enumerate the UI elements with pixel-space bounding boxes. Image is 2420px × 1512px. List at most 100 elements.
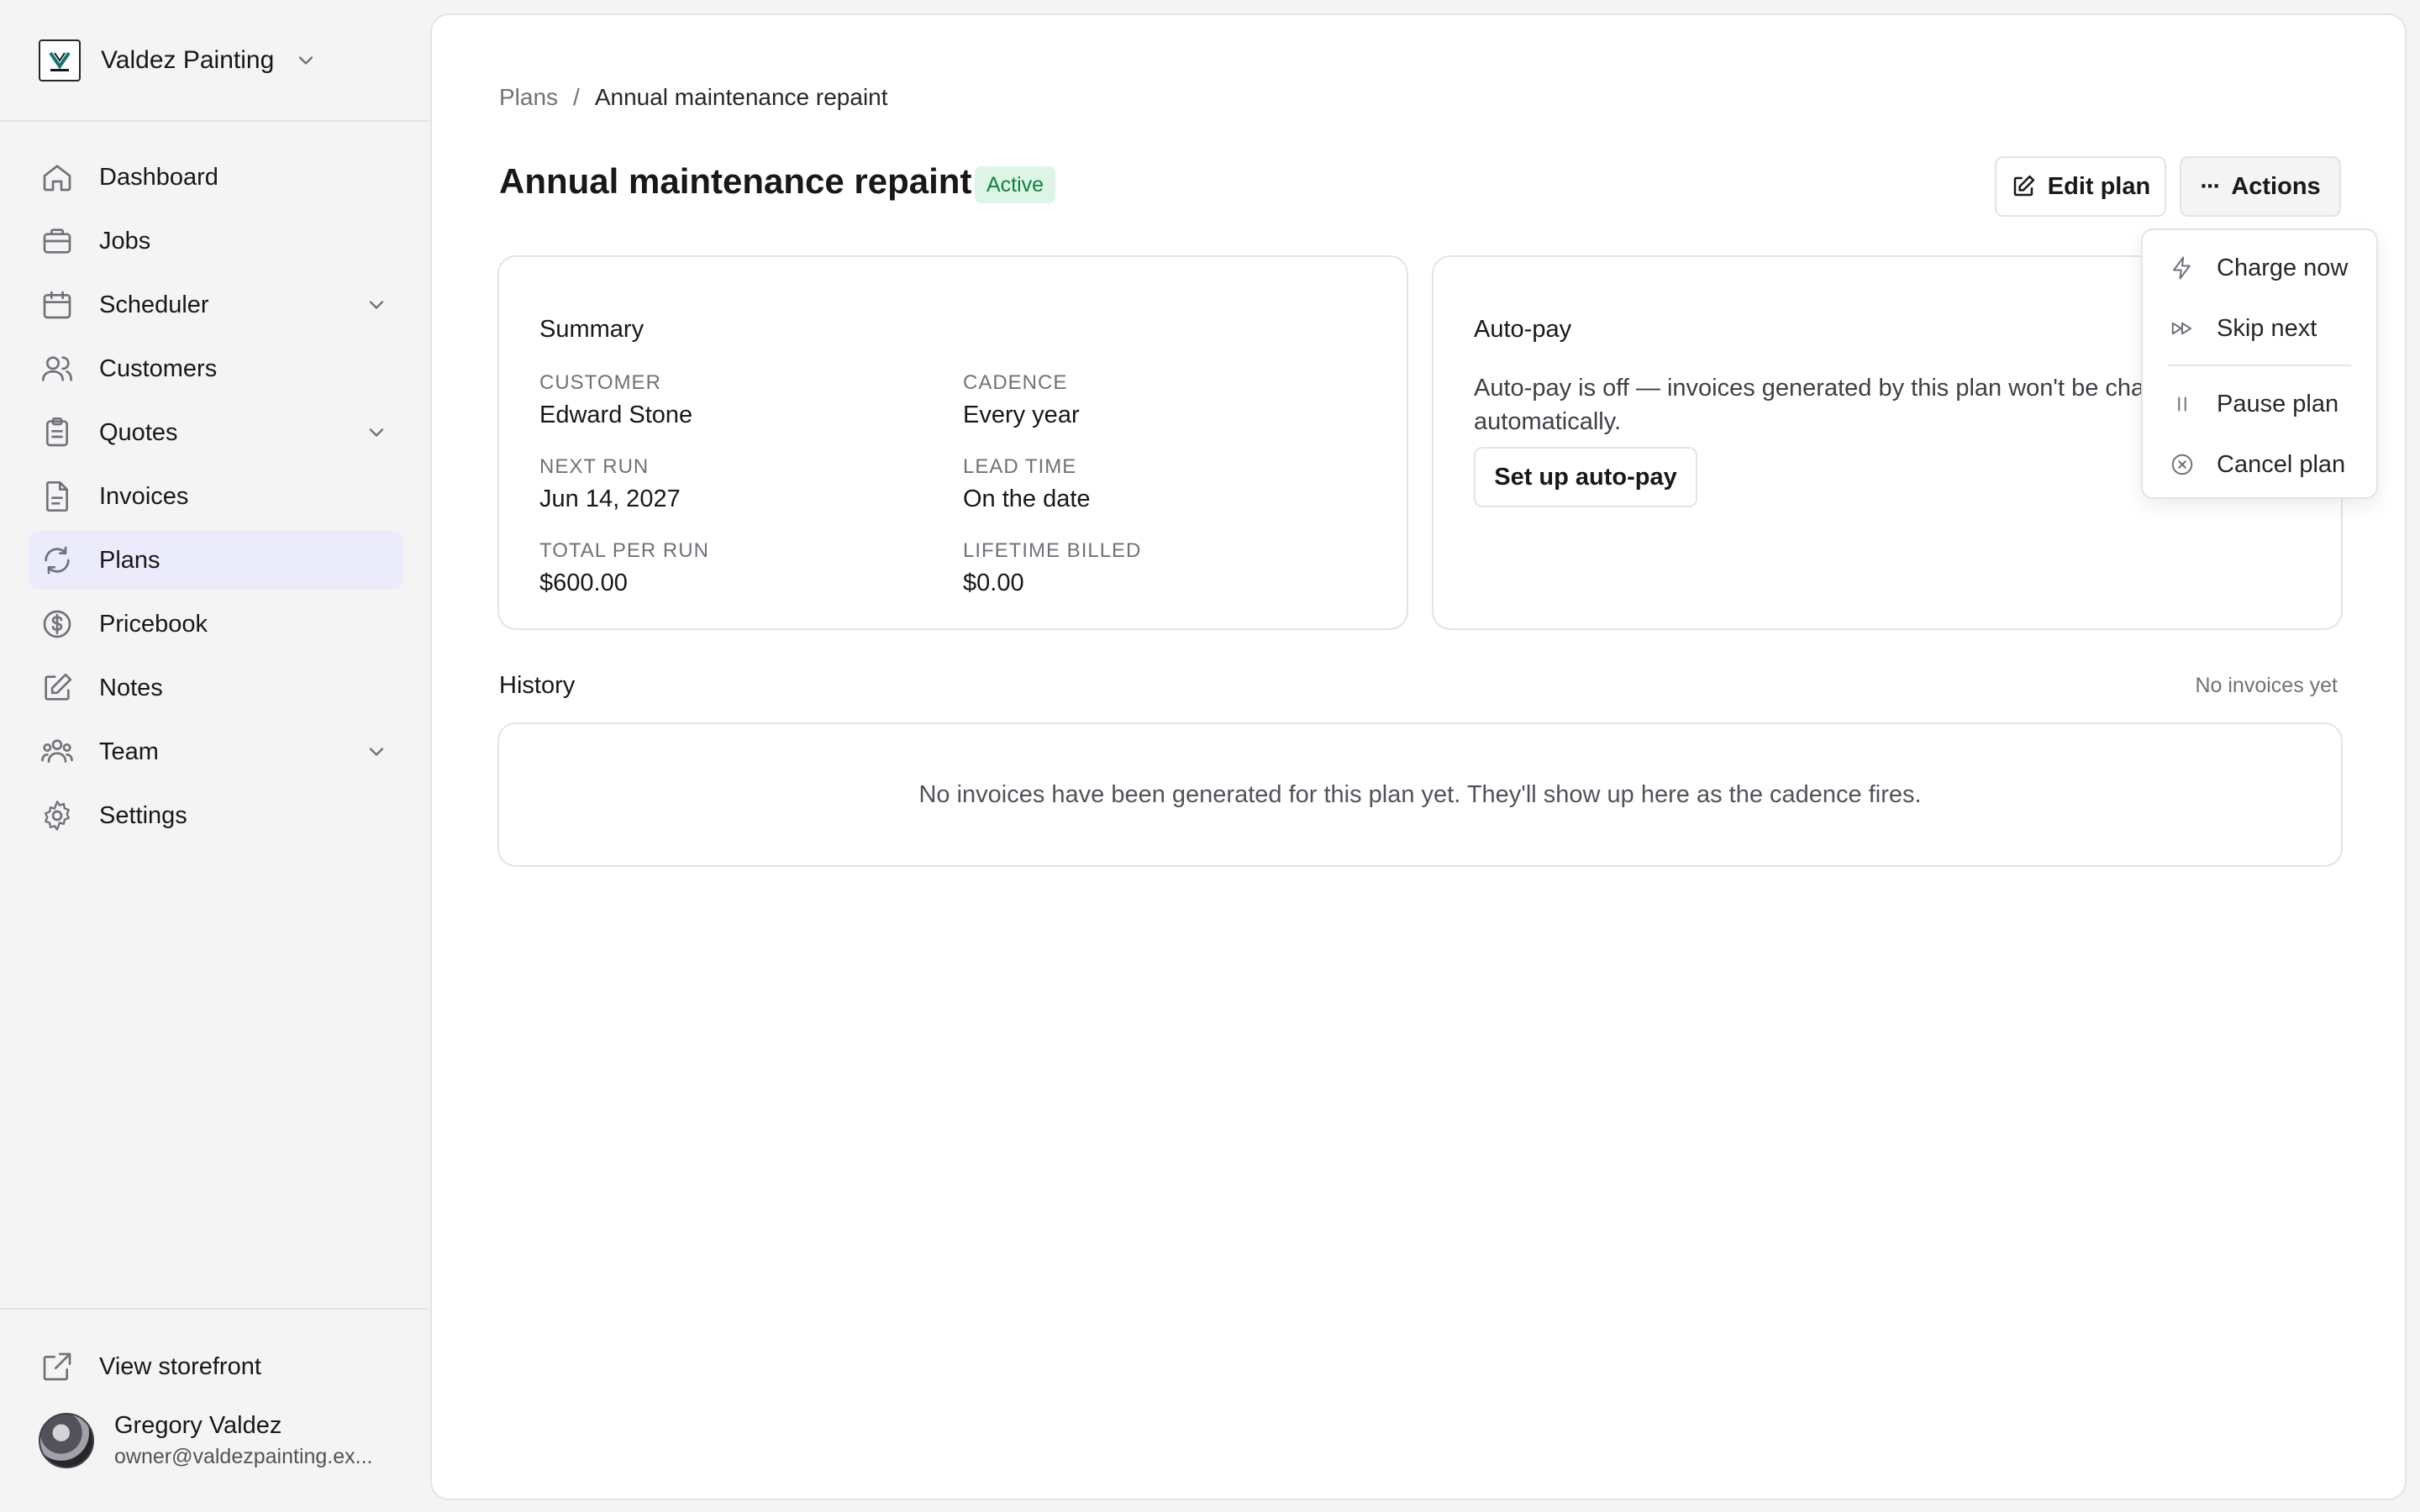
customer-field: Customer Edward Stone [539,371,692,429]
lightning-icon [2173,256,2191,280]
breadcrumb-plans-link[interactable]: Plans [499,84,558,111]
sidebar-item-label: Settings [99,801,187,829]
field-label: Cadence [963,371,1068,394]
next-run-value: Jun 14, 2027 [539,486,681,512]
menu-item-label: Pause plan [2217,390,2339,417]
sidebar-item-label: Pricebook [99,610,208,638]
page-title: Annual maintenance repaint [499,161,972,201]
refresh-icon [40,543,74,577]
menu-item-label: Cancel plan [2217,450,2346,478]
menu-item-label: Skip next [2217,314,2317,342]
sidebar: Valdez Painting Dashboard Jobs Scheduler [0,0,429,1512]
view-storefront-link[interactable]: View storefront [40,1350,261,1383]
chevron-down-icon [369,428,384,437]
total-per-run-field: Total per run $600.00 [539,539,709,597]
lead-time-field: Lead time On the date [963,455,1091,513]
org-switcher[interactable]: Valdez Painting [0,0,429,122]
total-per-run-value: $600.00 [539,570,628,596]
storefront-label: View storefront [99,1352,261,1380]
menu-item-charge-now[interactable]: Charge now [2143,242,2376,294]
field-label: Lifetime billed [963,539,1142,562]
lifetime-billed-value: $0.00 [963,570,1024,596]
ellipsis-icon: ··· [2200,172,2221,200]
sidebar-footer: View storefront Gregory Valdez owner@val… [0,1308,429,1512]
history-count: No invoices yet [2195,674,2338,697]
sidebar-item-customers[interactable]: Customers [29,339,403,398]
file-icon [40,480,74,513]
customer-value: Edward Stone [539,402,693,428]
sidebar-item-label: Team [99,738,159,765]
lead-time-value: On the date [963,486,1091,512]
sidebar-item-label: Scheduler [99,291,209,318]
user-menu[interactable]: Gregory Valdez owner@valdezpainting.ex..… [39,1412,392,1469]
sidebar-item-label: Jobs [99,227,151,255]
sidebar-item-team[interactable]: Team [29,722,403,781]
field-label: Customer [539,371,661,394]
breadcrumb: Plans / Annual maintenance repaint [499,84,888,111]
x-circle-icon [2171,454,2193,475]
sidebar-item-jobs[interactable]: Jobs [29,212,403,270]
briefcase-icon [40,224,74,258]
sidebar-item-quotes[interactable]: Quotes [29,403,403,462]
sidebar-item-label: Dashboard [99,163,218,191]
dollar-icon [40,607,74,641]
summary-title: Summary [539,316,644,343]
pause-icon [2178,396,2186,412]
sidebar-item-pricebook[interactable]: Pricebook [29,595,403,654]
sidebar-item-label: Plans [99,546,160,574]
user-name: Gregory Valdez [114,1412,282,1439]
lifetime-billed-field: Lifetime billed $0.00 [963,539,1141,597]
sidebar-item-scheduler[interactable]: Scheduler [29,276,403,334]
cadence-field: Cadence Every year [963,371,1080,429]
users-icon [40,352,74,386]
sidebar-item-label: Notes [99,674,163,701]
edit-icon [2013,175,2034,197]
home-icon [40,160,74,194]
menu-item-label: Charge now [2217,254,2349,281]
breadcrumb-separator: / [573,84,580,110]
user-email: owner@valdezpainting.ex... [114,1445,373,1468]
sidebar-item-label: Quotes [99,418,178,446]
org-name: Valdez Painting [101,45,275,74]
sidebar-nav: Dashboard Jobs Scheduler Customers Quote… [29,148,403,850]
chevron-down-icon [299,55,313,65]
actions-menu: Charge now Skip next Pause plan Cancel p… [2141,228,2378,499]
calendar-icon [40,288,74,322]
history-card: No invoices have been generated for this… [497,722,2343,867]
next-run-field: Next run Jun 14, 2027 [539,455,681,513]
actions-button[interactable]: ··· Actions [2180,156,2341,217]
brand-logo-icon [39,39,81,81]
history-empty-state: No invoices have been generated for this… [918,780,1922,808]
sidebar-item-dashboard[interactable]: Dashboard [29,148,403,207]
group-icon [40,735,74,769]
fast-forward-icon [2171,322,2191,335]
menu-item-cancel-plan[interactable]: Cancel plan [2143,438,2376,491]
sidebar-item-invoices[interactable]: Invoices [29,467,403,526]
menu-item-pause-plan[interactable]: Pause plan [2143,378,2376,430]
breadcrumb-current: Annual maintenance repaint [594,84,888,110]
autopay-title: Auto-pay [1474,316,1572,343]
status-badge: Active [975,166,1056,203]
sidebar-item-plans[interactable]: Plans [29,531,403,590]
field-label: Total per run [539,539,709,562]
chevron-down-icon [369,301,384,309]
avatar [39,1413,94,1468]
menu-item-skip-next[interactable]: Skip next [2143,302,2376,354]
external-link-icon [40,1350,74,1383]
setup-autopay-button[interactable]: Set up auto-pay [1474,447,1697,507]
history-title: History [499,672,576,699]
chevron-down-icon [369,748,384,756]
field-label: Next run [539,455,650,478]
actions-label: Actions [2231,172,2321,200]
sidebar-item-label: Invoices [99,482,189,510]
sidebar-item-notes[interactable]: Notes [29,659,403,717]
sidebar-item-label: Customers [99,354,218,382]
sidebar-item-settings[interactable]: Settings [29,786,403,845]
menu-divider [2168,365,2351,366]
summary-card: Summary Customer Edward Stone Cadence Ev… [497,255,1408,630]
edit-plan-label: Edit plan [2047,172,2151,200]
edit-plan-button[interactable]: Edit plan [1995,156,2166,217]
field-label: Lead time [963,455,1077,478]
pencil-square-icon [40,671,74,705]
cadence-value: Every year [963,402,1080,428]
